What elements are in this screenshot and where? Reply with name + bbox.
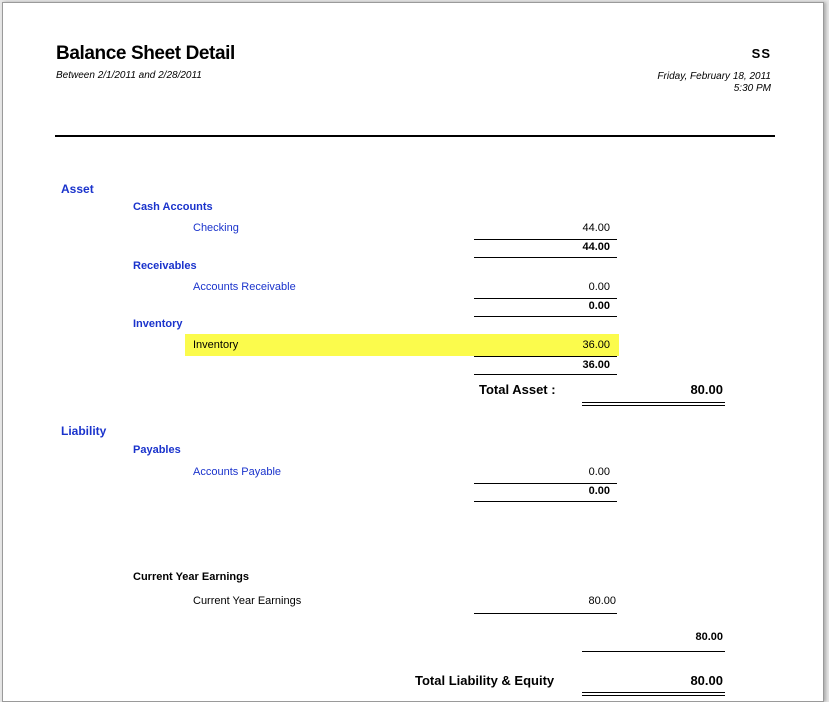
group-inventory[interactable]: Inventory — [133, 318, 183, 330]
account-current-year-earnings: Current Year Earnings — [193, 595, 302, 607]
report-period: Between 2/1/2011 and 2/28/2011 — [56, 70, 202, 81]
rule — [474, 257, 617, 258]
subtotal-receivables: 0.00 — [588, 300, 610, 312]
account-accounts-receivable[interactable]: Accounts Receivable — [193, 281, 296, 293]
rule — [582, 405, 725, 406]
amount-checking: 44.00 — [582, 222, 610, 234]
rule — [582, 651, 725, 652]
amount-accounts-payable: 0.00 — [588, 466, 610, 478]
header-divider — [55, 135, 775, 137]
group-current-year-earnings: Current Year Earnings — [133, 571, 249, 583]
account-checking[interactable]: Checking — [193, 222, 239, 234]
total-liability-equity-label: Total Liability & Equity — [415, 673, 555, 688]
rule — [582, 695, 725, 696]
subtotal-current-year-earnings: 80.00 — [695, 631, 723, 643]
rule — [474, 239, 617, 240]
total-liability-equity-amount: 80.00 — [690, 673, 723, 688]
rule — [582, 692, 725, 693]
group-receivables[interactable]: Receivables — [133, 260, 197, 272]
rule — [474, 613, 617, 614]
total-asset-label: Total Asset : — [479, 382, 556, 397]
report-title: Balance Sheet Detail — [56, 43, 235, 64]
rule — [474, 483, 617, 484]
subtotal-cash-accounts: 44.00 — [582, 241, 610, 253]
report-page: Balance Sheet Detail Between 2/1/2011 an… — [2, 2, 824, 702]
account-accounts-payable[interactable]: Accounts Payable — [193, 466, 281, 478]
rule — [474, 356, 617, 357]
rule — [474, 298, 617, 299]
section-liability[interactable]: Liability — [61, 424, 106, 438]
subtotal-payables: 0.00 — [588, 485, 610, 497]
account-inventory[interactable]: Inventory — [193, 339, 238, 351]
rule — [582, 402, 725, 403]
amount-accounts-receivable: 0.00 — [588, 281, 610, 293]
report-datetime: Friday, February 18, 2011 5:30 PM — [657, 71, 771, 95]
group-cash-accounts[interactable]: Cash Accounts — [133, 201, 213, 213]
group-payables[interactable]: Payables — [133, 444, 181, 456]
rule — [474, 374, 617, 375]
section-asset[interactable]: Asset — [61, 182, 94, 196]
rule — [474, 501, 617, 502]
rule — [474, 316, 617, 317]
total-asset-amount: 80.00 — [690, 382, 723, 397]
amount-inventory: 36.00 — [582, 339, 610, 351]
amount-current-year-earnings: 80.00 — [588, 595, 616, 607]
report-date: Friday, February 18, 2011 — [657, 71, 771, 82]
subtotal-inventory: 36.00 — [582, 359, 610, 371]
company-name: SS — [751, 46, 771, 61]
report-time: 5:30 PM — [733, 83, 771, 94]
